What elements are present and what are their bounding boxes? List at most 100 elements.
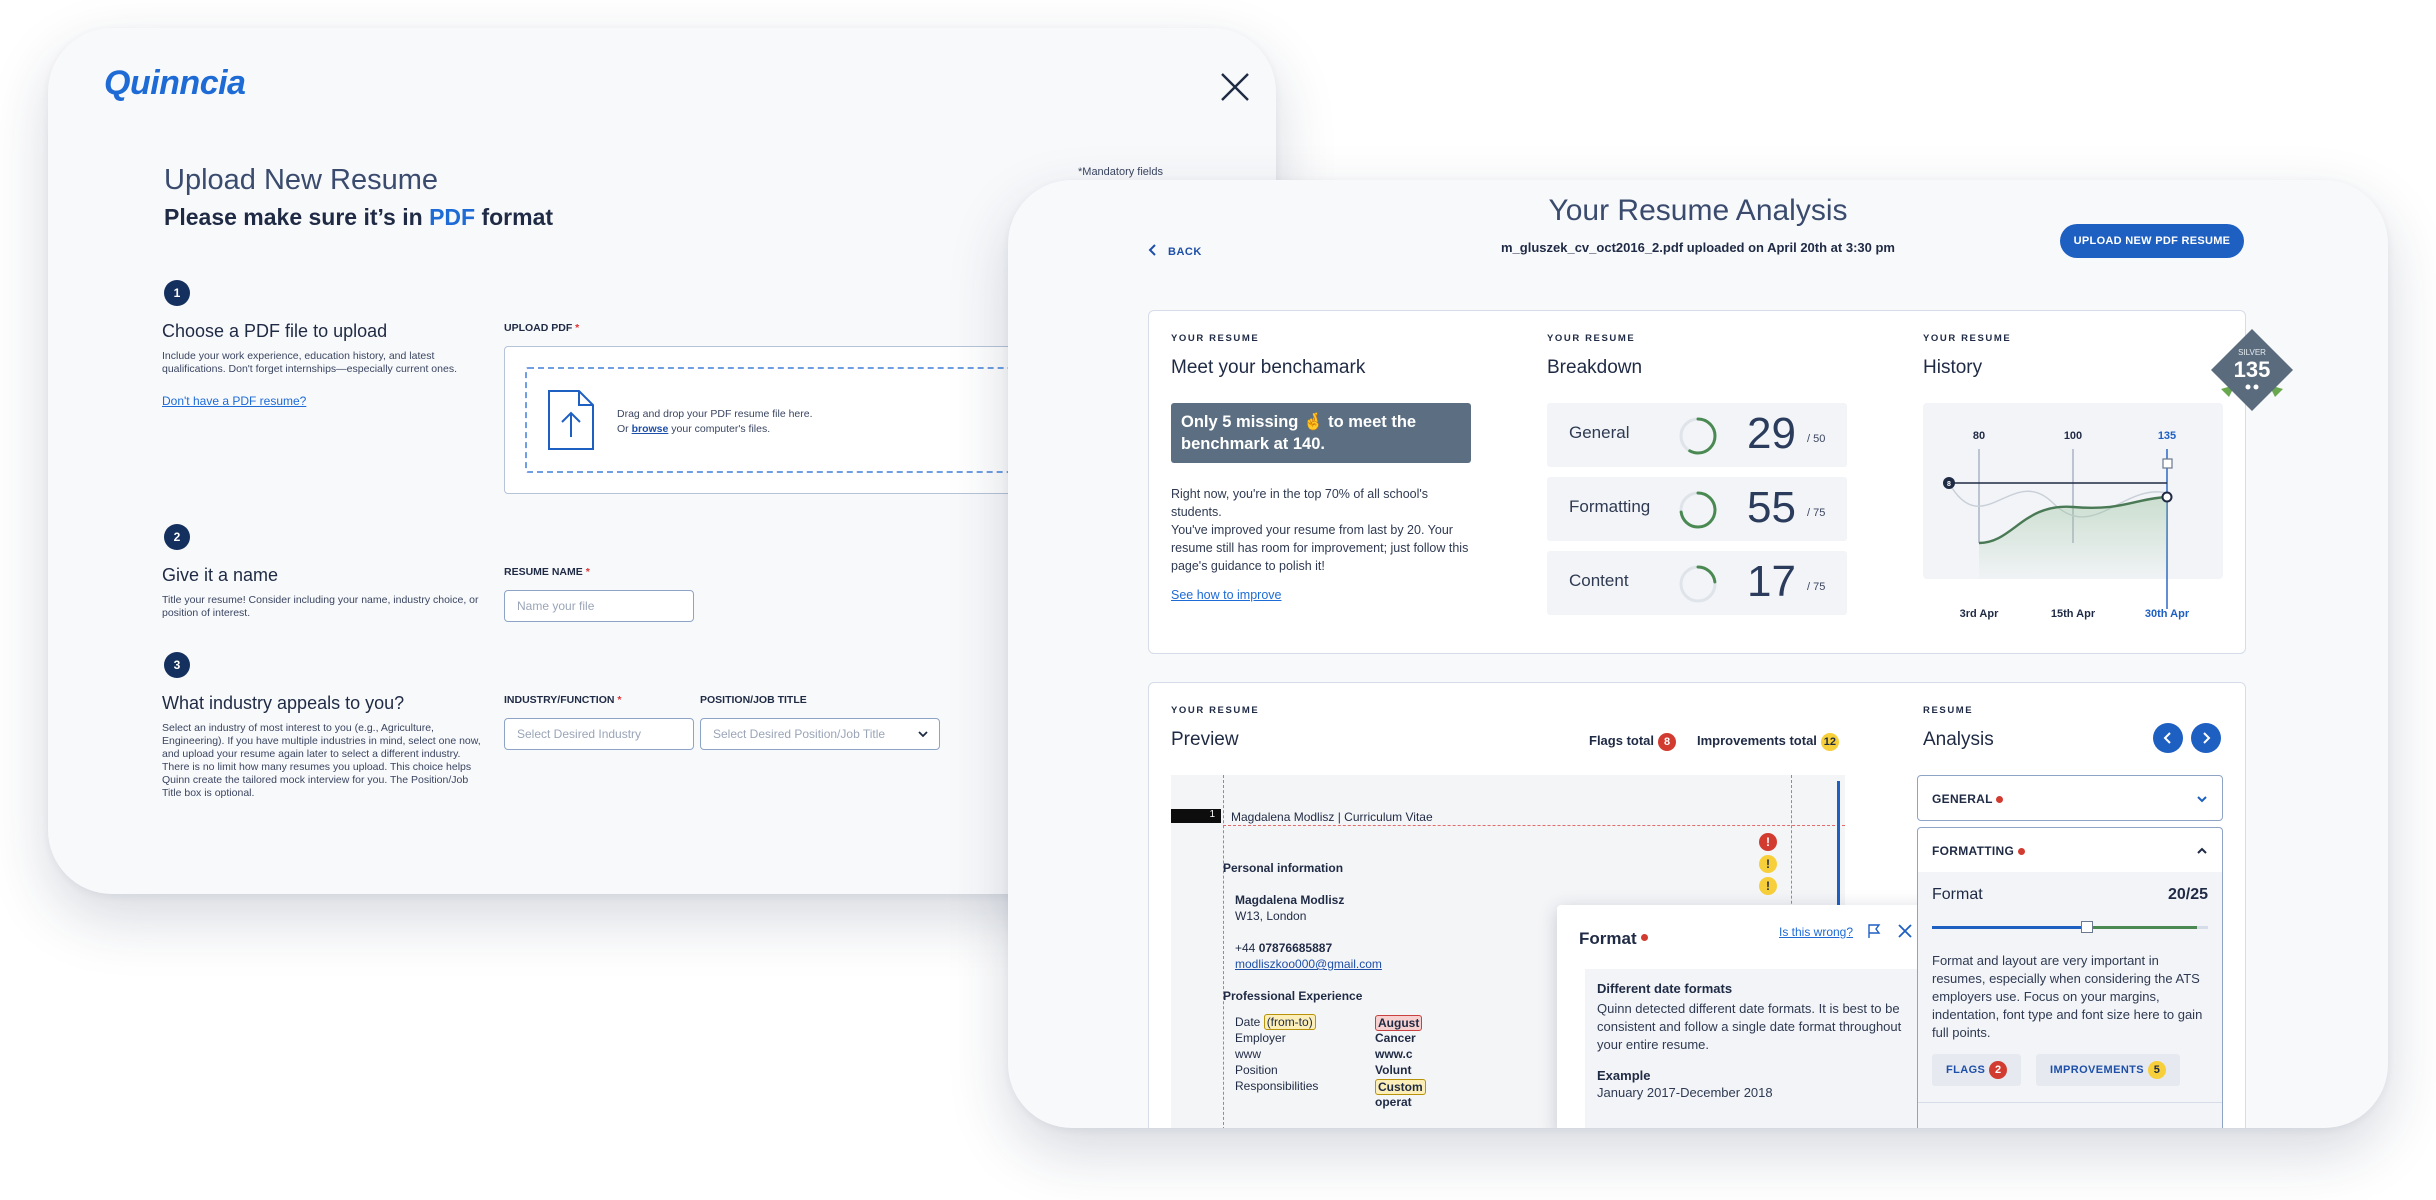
chevron-right-icon xyxy=(2203,732,2211,744)
doc-position: Position xyxy=(1235,1063,1278,1077)
is-this-wrong-link[interactable]: Is this wrong? xyxy=(1779,925,1853,939)
resume-name-label-text: RESUME NAME xyxy=(504,566,583,578)
accordion-formatting-label: FORMATTING xyxy=(1932,844,2025,858)
see-how-to-improve-link[interactable]: See how to improve xyxy=(1171,588,1281,602)
flag-dot-icon xyxy=(1996,796,2004,803)
breakdown-row-general[interactable]: General 29 / 50 xyxy=(1547,403,1847,467)
doc-date-highlight[interactable]: (from-to) xyxy=(1263,1014,1316,1030)
flag-marker-icon[interactable]: ! xyxy=(1759,833,1777,851)
doc-phone-prefix: +44 xyxy=(1235,941,1259,955)
history-current-dot xyxy=(2161,491,2173,503)
history-title: History xyxy=(1923,357,1983,378)
format-slider-handle[interactable] xyxy=(2080,921,2093,933)
required-mark: * xyxy=(585,566,590,578)
doc-header: Magdalena Modlisz | Curriculum Vitae xyxy=(1231,810,1433,824)
step-title-1: Choose a PDF file to upload xyxy=(162,321,388,341)
flag-dot-icon xyxy=(2017,848,2025,855)
doc-personal-info: Personal information xyxy=(1223,861,1344,875)
subtitle-post: format xyxy=(475,204,554,230)
popup-title-text: Format xyxy=(1579,929,1637,948)
prev-button[interactable] xyxy=(2153,723,2183,753)
upload-dropzone[interactable]: Drag and drop your PDF resume file here.… xyxy=(504,346,1065,494)
silver-badge-icon: SILVER 135 xyxy=(2211,329,2293,411)
format-desc: Format and layout are very important in … xyxy=(1932,953,2203,1040)
upload-new-resume-button[interactable]: UPLOAD NEW PDF RESUME xyxy=(2060,224,2244,258)
dropzone-line-2: Or browse your computer's files. xyxy=(617,422,813,437)
file-upload-icon xyxy=(547,389,595,451)
breakdown-row-formatting[interactable]: Formatting 55 / 75 xyxy=(1547,477,1847,541)
improvements-count: 5 xyxy=(2148,1061,2167,1079)
doc-address: W13, London xyxy=(1235,909,1307,923)
doc-date-text: Date xyxy=(1235,1015,1264,1029)
popup-title: Format xyxy=(1579,929,1649,949)
accordion-formatting[interactable]: FORMATTING Format 20/25 Format and layou… xyxy=(1917,827,2223,1128)
position-select-value: Select Desired Position/Job Title xyxy=(713,727,886,741)
breakdown-row-content[interactable]: Content 17 / 75 xyxy=(1547,551,1847,615)
improvements-total: Improvements total 12 xyxy=(1697,733,1839,751)
formatting-detail: Format 20/25 Format and layout are very … xyxy=(1918,872,2222,1128)
improvement-marker-icon[interactable]: ! xyxy=(1759,855,1777,873)
preview-title: Preview xyxy=(1171,729,1239,750)
improvements-button[interactable]: IMPROVEMENTS 5 xyxy=(2036,1054,2181,1086)
doc-col2: Volunt xyxy=(1375,1063,1412,1077)
history-marker xyxy=(2162,458,2173,469)
popup-body: Quinn detected different date formats. I… xyxy=(1597,1001,1902,1052)
benchmark-eyebrow: YOUR RESUME xyxy=(1171,333,1260,344)
step-desc-1: Include your work experience, education … xyxy=(162,350,457,375)
browse-link[interactable]: browse xyxy=(632,423,669,435)
doc-col2[interactable]: August xyxy=(1375,1015,1423,1031)
history-value: 100 xyxy=(2064,430,2082,442)
analysis-eyebrow: RESUME xyxy=(1923,705,1974,716)
accordion-general[interactable]: GENERAL xyxy=(1917,775,2223,821)
flag-icon[interactable] xyxy=(1867,923,1881,939)
chevron-down-icon xyxy=(918,731,928,738)
industry-label-text: INDUSTRY/FUNCTION xyxy=(504,694,615,706)
flags-total: Flags total 8 xyxy=(1589,733,1677,751)
doc-www: www xyxy=(1235,1047,1261,1061)
history-start-value: 8 xyxy=(1947,481,1951,488)
next-button[interactable] xyxy=(2191,723,2221,753)
resume-name-input[interactable]: Name your file xyxy=(504,590,694,622)
dropzone-line-1: Drag and drop your PDF resume file here. xyxy=(617,408,813,420)
breakdown-label: General xyxy=(1569,423,1630,442)
position-select[interactable]: Select Desired Position/Job Title xyxy=(700,718,940,750)
industry-label: INDUSTRY/FUNCTION * xyxy=(504,694,621,706)
preview-eyebrow: YOUR RESUME xyxy=(1171,705,1260,716)
preview-panel: YOUR RESUME Preview Flags total 8 Improve… xyxy=(1148,682,2246,1128)
close-icon[interactable] xyxy=(1897,923,1913,939)
chevron-left-icon xyxy=(2163,732,2171,744)
page-number: 1 xyxy=(1171,809,1221,823)
history-date: 15th Apr xyxy=(2051,608,2096,620)
doc-professional: Professional Experience xyxy=(1223,989,1363,1003)
popup-example-label: Example xyxy=(1597,1068,1651,1083)
flags-button[interactable]: FLAGS 2 xyxy=(1932,1054,2022,1086)
quinncia-logo[interactable]: Quinncia xyxy=(104,64,246,103)
required-mark: * xyxy=(617,694,622,706)
flags-total-count: 8 xyxy=(1658,733,1677,751)
close-icon[interactable] xyxy=(1218,70,1252,104)
breakdown-score: 55 xyxy=(1747,483,1796,532)
step-number-3: 3 xyxy=(164,652,190,678)
doc-col2[interactable]: Custom xyxy=(1375,1079,1426,1095)
history-area xyxy=(1979,497,2167,579)
doc-employer: Employer xyxy=(1235,1031,1286,1045)
accordion-general-label: GENERAL xyxy=(1932,792,2004,806)
improvement-marker-icon[interactable]: ! xyxy=(1759,877,1777,895)
resume-analysis-page: Your Resume Analysis m_gluszek_cv_oct201… xyxy=(1008,180,2388,1128)
doc-col2: operat xyxy=(1375,1095,1412,1109)
benchmark-text-2: You've improved your resume from last by… xyxy=(1171,523,1469,573)
benchmark-title: Meet your benchamark xyxy=(1171,357,1366,378)
required-mark: * xyxy=(575,322,580,334)
summary-panel: YOUR RESUME Meet your benchamark Only 5 … xyxy=(1148,310,2293,654)
analysis-side-title: Analysis xyxy=(1923,729,1994,750)
back-button[interactable]: BACK xyxy=(1148,244,1202,258)
mandatory-note: *Mandatory fields xyxy=(1078,166,1163,178)
badge-label: SILVER xyxy=(2238,348,2266,357)
improvements-button-label: IMPROVEMENTS xyxy=(2050,1064,2145,1076)
dropzone-dashed-border: Drag and drop your PDF resume file here.… xyxy=(525,367,1065,473)
breakdown-total: / 50 xyxy=(1807,433,1826,445)
industry-select[interactable]: Select Desired Industry xyxy=(504,718,694,750)
back-label: BACK xyxy=(1168,246,1202,258)
no-pdf-link[interactable]: Don't have a PDF resume? xyxy=(162,394,306,408)
benchmark-text: Right now, you're in the top 70% of all … xyxy=(1171,485,1481,575)
